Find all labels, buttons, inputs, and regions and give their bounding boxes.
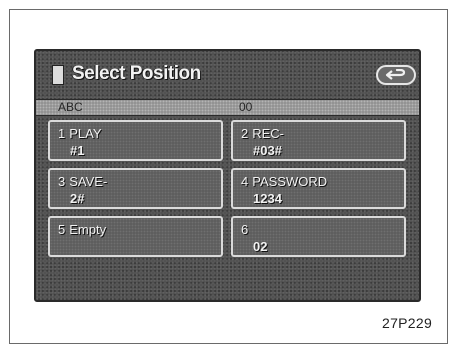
slot-number: 5: [58, 222, 66, 237]
slot-1-button[interactable]: 1 PLAY #1: [48, 120, 223, 161]
slot-label: 5 Empty: [58, 222, 106, 237]
title-marker-icon: [52, 65, 64, 85]
info-bar: ABC 00: [36, 99, 419, 116]
display-screen: Select Position ABC 00 1 PLAY #1 2 REC- #0…: [34, 49, 421, 302]
slot-value: 02: [253, 239, 268, 254]
slot-4-button[interactable]: 4 PASSWORD 1234: [231, 168, 406, 209]
slot-label: 3 SAVE-: [58, 174, 107, 189]
slot-name: SAVE-: [69, 174, 108, 189]
back-arrow-icon: [385, 69, 406, 80]
slot-6-button[interactable]: 6 02: [231, 216, 406, 257]
slot-2-button[interactable]: 2 REC- #03#: [231, 120, 406, 161]
info-left-text: ABC: [58, 100, 83, 114]
slot-label: 4 PASSWORD: [241, 174, 327, 189]
slot-5-button[interactable]: 5 Empty: [48, 216, 223, 257]
slot-value: #1: [70, 143, 85, 158]
slot-number: 4: [241, 174, 249, 189]
back-button[interactable]: [376, 65, 416, 85]
slot-label: 6: [241, 222, 252, 237]
info-right-text: 00: [239, 100, 253, 114]
slot-label: 1 PLAY: [58, 126, 102, 141]
slot-value: 1234: [253, 191, 282, 206]
title-bar: Select Position: [36, 51, 419, 97]
slot-number: 2: [241, 126, 249, 141]
slot-value: 2#: [70, 191, 85, 206]
slot-name: PASSWORD: [252, 174, 328, 189]
slot-number: 1: [58, 126, 66, 141]
screen-title: Select Position: [72, 63, 201, 84]
slot-label: 2 REC-: [241, 126, 284, 141]
slot-3-button[interactable]: 3 SAVE- 2#: [48, 168, 223, 209]
slot-value: #03#: [253, 143, 282, 158]
figure-code: 27P229: [382, 315, 433, 331]
slot-name: REC-: [252, 126, 285, 141]
slot-number: 6: [241, 222, 249, 237]
slot-name: PLAY: [69, 126, 102, 141]
slot-number: 3: [58, 174, 66, 189]
slot-name: Empty: [69, 222, 107, 237]
